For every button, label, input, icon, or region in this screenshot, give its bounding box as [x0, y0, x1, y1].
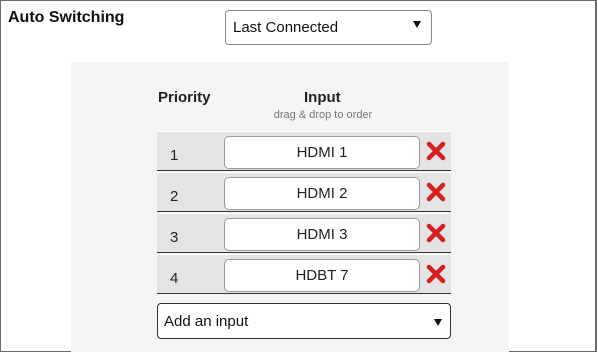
close-x-icon[interactable]	[425, 181, 447, 203]
priority-row[interactable]: 3 HDMI 3	[157, 213, 451, 253]
priority-number: 1	[170, 147, 179, 164]
input-field[interactable]: HDMI 2	[224, 177, 420, 210]
input-field[interactable]: HDBT 7	[224, 259, 420, 292]
input-field[interactable]: HDMI 3	[224, 218, 420, 251]
priority-number: 2	[170, 188, 179, 205]
priority-column-header: Priority	[158, 89, 211, 106]
close-x-icon[interactable]	[425, 263, 447, 285]
input-field[interactable]: HDMI 1	[224, 136, 420, 169]
close-x-icon[interactable]	[425, 140, 447, 162]
priority-row[interactable]: 4 HDBT 7	[157, 254, 451, 294]
add-input-value: Add an input	[164, 313, 249, 330]
add-input-select[interactable]: Add an input	[157, 303, 451, 339]
close-x-icon[interactable]	[425, 222, 447, 244]
mode-select-value: Last Connected	[233, 19, 339, 36]
priority-number: 4	[170, 270, 179, 287]
drag-hint: drag & drop to order	[273, 109, 373, 121]
priority-number: 3	[170, 229, 179, 246]
caret-down-icon	[434, 319, 442, 326]
auto-switching-mode-select[interactable]: Last Connected	[225, 10, 432, 45]
input-column-header: Input	[304, 89, 341, 106]
priority-row[interactable]: 1 HDMI 1	[157, 131, 451, 171]
priority-row[interactable]: 2 HDMI 2	[157, 172, 451, 212]
section-label: Auto Switching	[8, 9, 125, 26]
caret-down-icon	[413, 21, 421, 28]
